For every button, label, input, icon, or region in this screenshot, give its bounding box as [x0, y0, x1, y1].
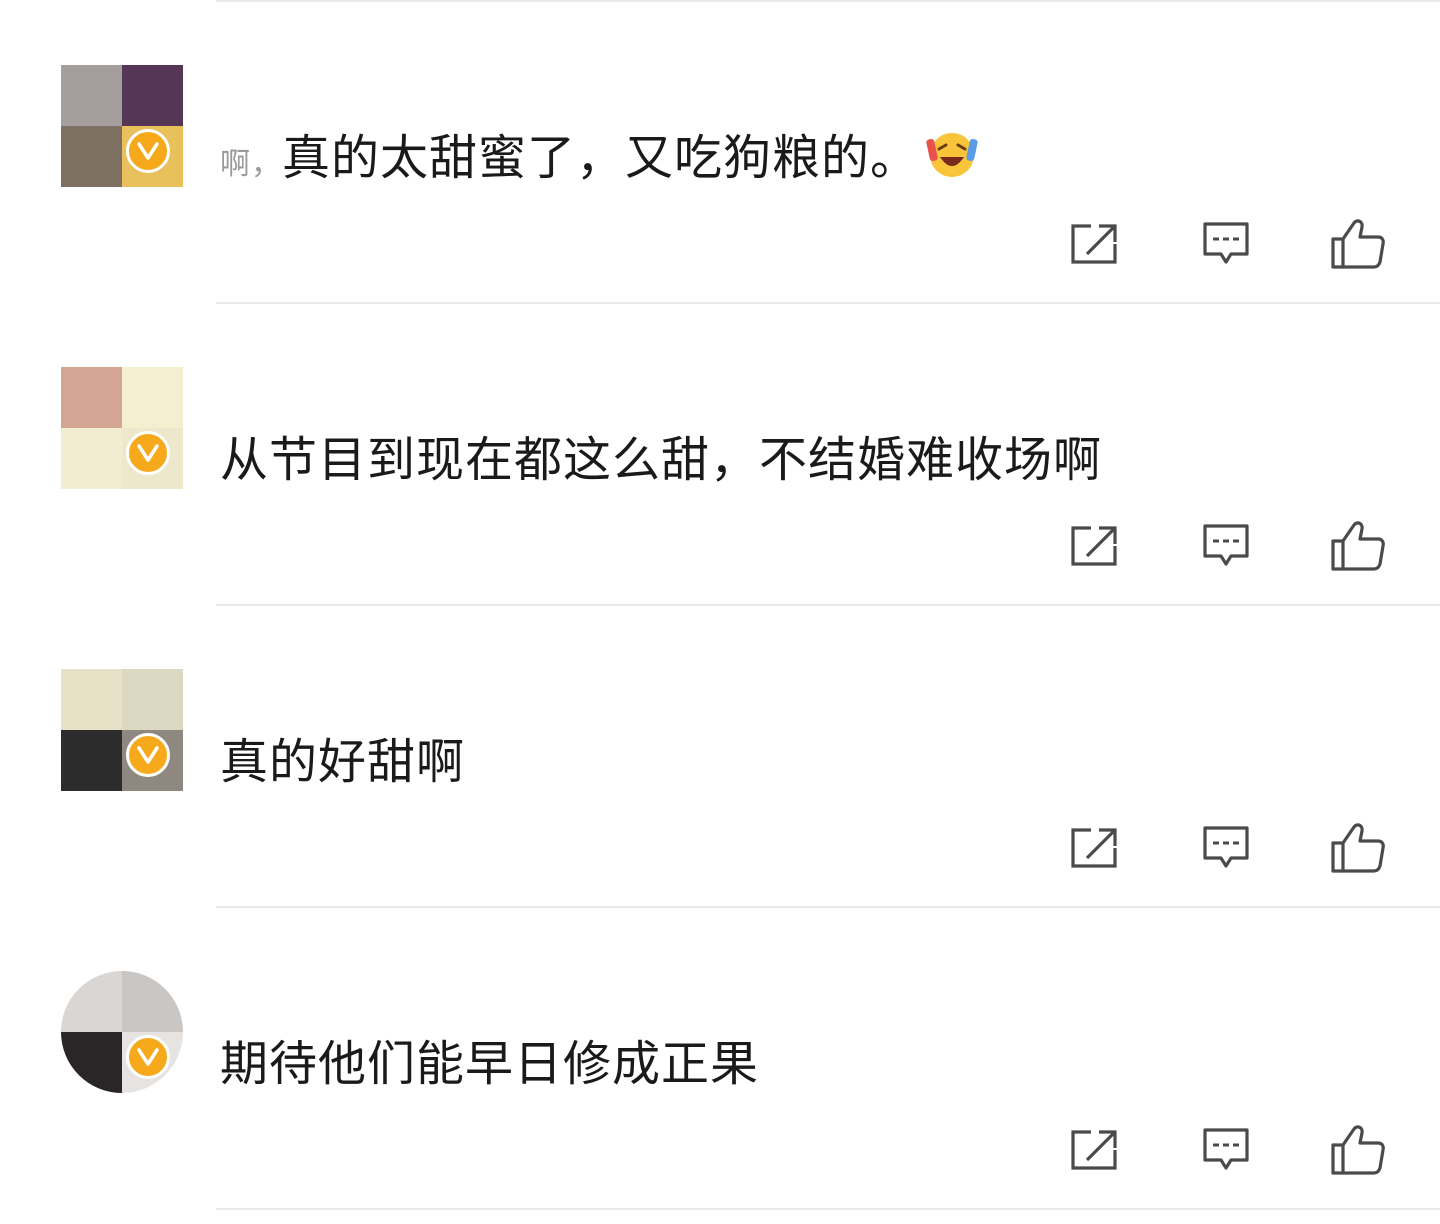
comment-icon-svg [1203, 524, 1249, 566]
comment-text: 啊，真的太甜蜜了，又吃狗粮的。 [220, 128, 979, 188]
share-icon-svg [1071, 1130, 1117, 1170]
reply-button[interactable] [1198, 520, 1254, 576]
comment-icon [1201, 522, 1251, 574]
comment-actions [1066, 822, 1396, 882]
comment-item: 期待他们能早日修成正果 [0, 908, 1440, 1210]
comment-text: 真的好甜啊 [220, 732, 465, 792]
avatar-tile [61, 65, 122, 126]
avatar-tile [61, 367, 122, 428]
share-icon [1069, 1128, 1119, 1176]
avatar-tile [122, 971, 183, 1032]
verified-v-icon [126, 129, 170, 173]
share-button[interactable] [1066, 1124, 1122, 1180]
like-button[interactable] [1330, 218, 1386, 274]
thumbs-up-icon [1330, 217, 1386, 275]
avatar-tile [61, 1032, 122, 1093]
avatar[interactable] [61, 971, 183, 1093]
comment-body: 期待他们能早日修成正果 [220, 1036, 760, 1092]
verified-v-icon [126, 431, 170, 475]
avatar-tile [61, 428, 122, 489]
reply-button[interactable] [1198, 822, 1254, 878]
avatar-tile [61, 669, 122, 730]
thumbs-up-icon [1330, 1123, 1386, 1181]
thumbs-up-icon-svg [1331, 1125, 1385, 1175]
comment-item: 从节目到现在都这么甜，不结婚难收场啊 [0, 304, 1440, 606]
comment-icon [1201, 824, 1251, 876]
thumbs-up-icon-svg [1331, 823, 1385, 873]
comment-icon-svg [1203, 1128, 1249, 1170]
share-icon-svg [1071, 526, 1117, 566]
share-button[interactable] [1066, 520, 1122, 576]
thumbs-up-icon [1330, 519, 1386, 577]
laughing-tears-emoji-icon [925, 129, 979, 193]
like-button[interactable] [1330, 822, 1386, 878]
avatar-tile [61, 730, 122, 791]
share-icon-svg [1071, 224, 1117, 264]
reply-button[interactable] [1198, 1124, 1254, 1180]
comment-item: 真的好甜啊 [0, 606, 1440, 908]
comment-body: 真的好甜啊 [220, 734, 466, 790]
verified-v-icon [126, 1035, 170, 1079]
comment-prefix: 啊， [220, 147, 282, 182]
comment-actions [1066, 520, 1396, 580]
share-icon-svg [1071, 828, 1117, 868]
share-button[interactable] [1066, 218, 1122, 274]
thumbs-up-icon [1330, 821, 1386, 879]
comment-icon [1201, 1126, 1251, 1178]
comment-icon-svg [1203, 826, 1249, 868]
avatar-tile [122, 65, 183, 126]
share-icon [1069, 524, 1119, 572]
comment-divider [216, 1208, 1440, 1210]
like-button[interactable] [1330, 1124, 1386, 1180]
verified-v-icon [126, 733, 170, 777]
avatar-tile [122, 367, 183, 428]
comment-icon [1201, 220, 1251, 272]
avatar[interactable] [61, 65, 183, 187]
reply-button[interactable] [1198, 218, 1254, 274]
comment-text: 从节目到现在都这么甜，不结婚难收场啊 [220, 430, 1102, 490]
share-icon [1069, 826, 1119, 874]
comment-icon-svg [1203, 222, 1249, 264]
comment-actions [1066, 1124, 1396, 1184]
thumbs-up-icon-svg [1331, 521, 1385, 571]
avatar[interactable] [61, 669, 183, 791]
comment-item: 啊，真的太甜蜜了，又吃狗粮的。 [0, 2, 1440, 304]
comment-body: 真的太甜蜜了，又吃狗粮的。 [282, 130, 920, 186]
thumbs-up-icon-svg [1331, 219, 1385, 269]
like-button[interactable] [1330, 520, 1386, 576]
avatar-tile [122, 669, 183, 730]
share-icon [1069, 222, 1119, 270]
avatar-tile [61, 971, 122, 1032]
share-button[interactable] [1066, 822, 1122, 878]
comment-text: 期待他们能早日修成正果 [220, 1034, 759, 1094]
avatar[interactable] [61, 367, 183, 489]
comment-actions [1066, 218, 1396, 278]
avatar-tile [61, 126, 122, 187]
comment-body: 从节目到现在都这么甜，不结婚难收场啊 [220, 432, 1103, 488]
